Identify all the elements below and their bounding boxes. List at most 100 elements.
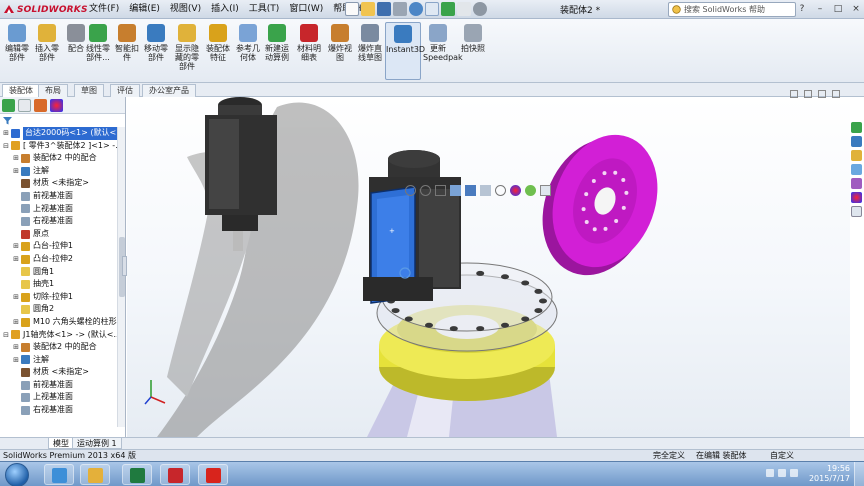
tree-expander-icon[interactable]: ⊞ [12, 291, 20, 304]
tree-node[interactable]: ⊟ [ 零件3^装配体2 ]<1> -... [0, 140, 125, 153]
clock[interactable]: 19:56 2015/7/17 [809, 464, 850, 485]
command-assembly-features[interactable]: 装配体特征 [203, 22, 233, 80]
menu-item[interactable]: 工具(T) [244, 3, 285, 16]
tree-node[interactable]: 抽壳1 [0, 278, 125, 291]
graphics-area[interactable]: + [127, 97, 850, 437]
new-document-icon[interactable] [345, 2, 359, 16]
appearances-icon[interactable] [851, 192, 862, 203]
tree-node[interactable]: 右视基准面 [0, 404, 125, 417]
property-manager-tab-icon[interactable] [18, 98, 31, 112]
view-settings-icon[interactable] [540, 185, 551, 196]
command-exploded-view[interactable]: 爆炸视图 [325, 22, 355, 80]
tree-node[interactable]: 材质 <未指定> [0, 177, 125, 190]
command-bill-of-materials[interactable]: 材料明细表 [294, 22, 324, 80]
viewport-minimize-icon[interactable] [790, 90, 798, 98]
viewport-close-icon[interactable] [832, 90, 840, 98]
show-desktop-button[interactable] [854, 462, 864, 486]
tree-node[interactable]: 上视基准面 [0, 391, 125, 404]
tree-expander-icon[interactable]: ⊞ [2, 127, 10, 140]
tree-node[interactable]: 右视基准面 [0, 215, 125, 228]
menu-item[interactable]: 窗口(W) [284, 3, 328, 16]
tree-expander-icon[interactable]: ⊞ [12, 316, 20, 329]
close-icon[interactable]: × [850, 2, 862, 16]
help-question-icon[interactable]: ? [796, 2, 808, 16]
tree-expander-icon[interactable]: ⊞ [12, 354, 20, 367]
tree-expander-icon[interactable]: ⊞ [12, 240, 20, 253]
section-view-icon[interactable] [450, 185, 461, 196]
command-reference-geometry[interactable]: 参考几何体 [233, 22, 263, 80]
command-smart-fasteners[interactable]: 智能扣件 [112, 22, 142, 80]
tab-3[interactable]: 评估 [110, 84, 140, 97]
menu-item[interactable]: 视图(V) [165, 3, 206, 16]
command-linear-pattern[interactable]: 线性零部件... [83, 22, 113, 80]
view-palette-icon[interactable] [851, 178, 862, 189]
tree-expander-icon[interactable]: ⊞ [12, 341, 20, 354]
tree-node[interactable]: 前视基准面 [0, 190, 125, 203]
hide-show-items-icon[interactable] [495, 185, 506, 196]
tray-flag-icon[interactable] [766, 469, 774, 477]
display-manager-tab-icon[interactable] [50, 98, 63, 112]
tree-node[interactable]: ⊞ 凸台-拉伸1 [0, 240, 125, 253]
bottom-tab-1[interactable]: 运动算例 1 [72, 438, 122, 449]
tree-node[interactable]: ⊞ 装配体2 中的配合 [0, 341, 125, 354]
command-move-component[interactable]: 移动零部件 [141, 22, 171, 80]
design-library-icon[interactable] [851, 136, 862, 147]
filter-icon[interactable] [3, 116, 12, 125]
command-explode-line-sketch[interactable]: 爆炸直线草图 [355, 22, 385, 80]
tree-expander-icon[interactable]: ⊞ [12, 165, 20, 178]
tree-expander-icon[interactable]: ⊞ [12, 253, 20, 266]
display-style-icon[interactable] [480, 185, 491, 196]
solidworks-logo[interactable]: SOLIDWORKS [3, 3, 88, 16]
tree-node[interactable]: ⊞ 凸台-拉伸2 [0, 253, 125, 266]
select-cursor-icon[interactable] [425, 2, 439, 16]
tree-expander-icon[interactable]: ⊟ [2, 140, 10, 153]
tree-expander-icon[interactable]: ⊟ [2, 329, 10, 342]
taskbar-excel[interactable] [122, 464, 152, 485]
options-gear-icon[interactable] [473, 2, 487, 16]
menu-item[interactable]: 文件(F) [84, 3, 124, 16]
status-units[interactable]: 自定义 [770, 450, 794, 461]
command-show-hidden[interactable]: 显示隐藏的零部件 [172, 22, 202, 80]
tab-2[interactable]: 草图 [74, 84, 104, 97]
tree-node[interactable]: 上视基准面 [0, 203, 125, 216]
restore-icon[interactable]: □ [832, 2, 844, 16]
tree-node[interactable]: 前视基准面 [0, 379, 125, 392]
tree-node[interactable]: 原点 [0, 228, 125, 241]
tree-node[interactable]: ⊞ M10 六角头螺栓的柱形... [0, 316, 125, 329]
feature-tree-tab-icon[interactable] [2, 98, 15, 112]
start-button[interactable] [5, 463, 29, 486]
command-snapshot[interactable]: 拍快照 [458, 22, 488, 80]
tree-node[interactable]: ⊞ 台达2000码<1> (默认<... [0, 127, 125, 140]
taskbar-acrobat[interactable] [160, 464, 190, 485]
tree-node[interactable]: ⊞ 注解 [0, 165, 125, 178]
save-icon[interactable] [377, 2, 391, 16]
file-properties-icon[interactable] [457, 2, 471, 16]
solidworks-resources-icon[interactable] [851, 122, 862, 133]
minimize-icon[interactable]: – [814, 2, 826, 16]
tab-0[interactable]: 装配体 [2, 84, 40, 97]
command-instant3d[interactable]: Instant3D [385, 22, 425, 80]
command-insert-components[interactable]: 插入零部件 [32, 22, 62, 80]
undo-icon[interactable] [409, 2, 423, 16]
view-orientation-icon[interactable] [465, 185, 476, 196]
tree-node[interactable]: ⊟ J1轴壳体<1> -> (默认<... [0, 329, 125, 342]
tree-node[interactable]: ⊞ 注解 [0, 354, 125, 367]
taskbar-explorer[interactable] [80, 464, 110, 485]
help-search-field[interactable]: 搜索 SolidWorks 帮助 [668, 2, 796, 17]
command-new-motion-study[interactable]: 新建运动算例 [262, 22, 292, 80]
tree-node[interactable]: 圆角1 [0, 266, 125, 279]
rebuild-icon[interactable] [441, 2, 455, 16]
zoom-to-fit-icon[interactable] [405, 185, 416, 196]
apply-scene-icon[interactable] [525, 185, 536, 196]
print-icon[interactable] [393, 2, 407, 16]
tray-volume-icon[interactable] [790, 469, 798, 477]
zoom-to-area-icon[interactable] [420, 185, 431, 196]
tab-1[interactable]: 布局 [38, 84, 68, 97]
tree-scrollbar[interactable] [117, 127, 125, 427]
tree-node[interactable]: ⊞ 切除-拉伸1 [0, 291, 125, 304]
viewport-maximize-icon[interactable] [818, 90, 826, 98]
bottom-tab-0[interactable]: 模型 [48, 438, 74, 449]
taskbar-start-ie[interactable] [44, 464, 74, 485]
menu-item[interactable]: 插入(I) [206, 3, 244, 16]
file-explorer-icon[interactable] [851, 150, 862, 161]
